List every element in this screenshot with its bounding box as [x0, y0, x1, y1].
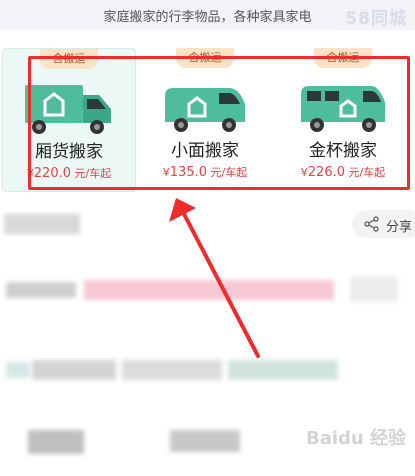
blurred-row: [228, 360, 338, 380]
blurred-row: [6, 362, 30, 378]
blurred-row: [32, 360, 116, 380]
blurred-row: [122, 360, 222, 380]
blurred-promo: [84, 280, 334, 300]
top-banner: 家庭搬家的行李物品，各种家具家电 58同城: [0, 0, 415, 30]
share-icon: [364, 216, 379, 232]
blurred-item: [28, 430, 84, 454]
share-label: 分享: [386, 220, 413, 235]
blurred-title: [4, 214, 80, 234]
blurred-text: [6, 282, 76, 298]
brand-logo: 58同城: [345, 9, 407, 29]
blurred-chip: [350, 276, 398, 302]
watermark: Baidu 经验: [306, 428, 407, 449]
highlight-box: [28, 56, 410, 190]
share-button[interactable]: 分享: [352, 210, 415, 238]
blurred-item: [170, 430, 240, 452]
